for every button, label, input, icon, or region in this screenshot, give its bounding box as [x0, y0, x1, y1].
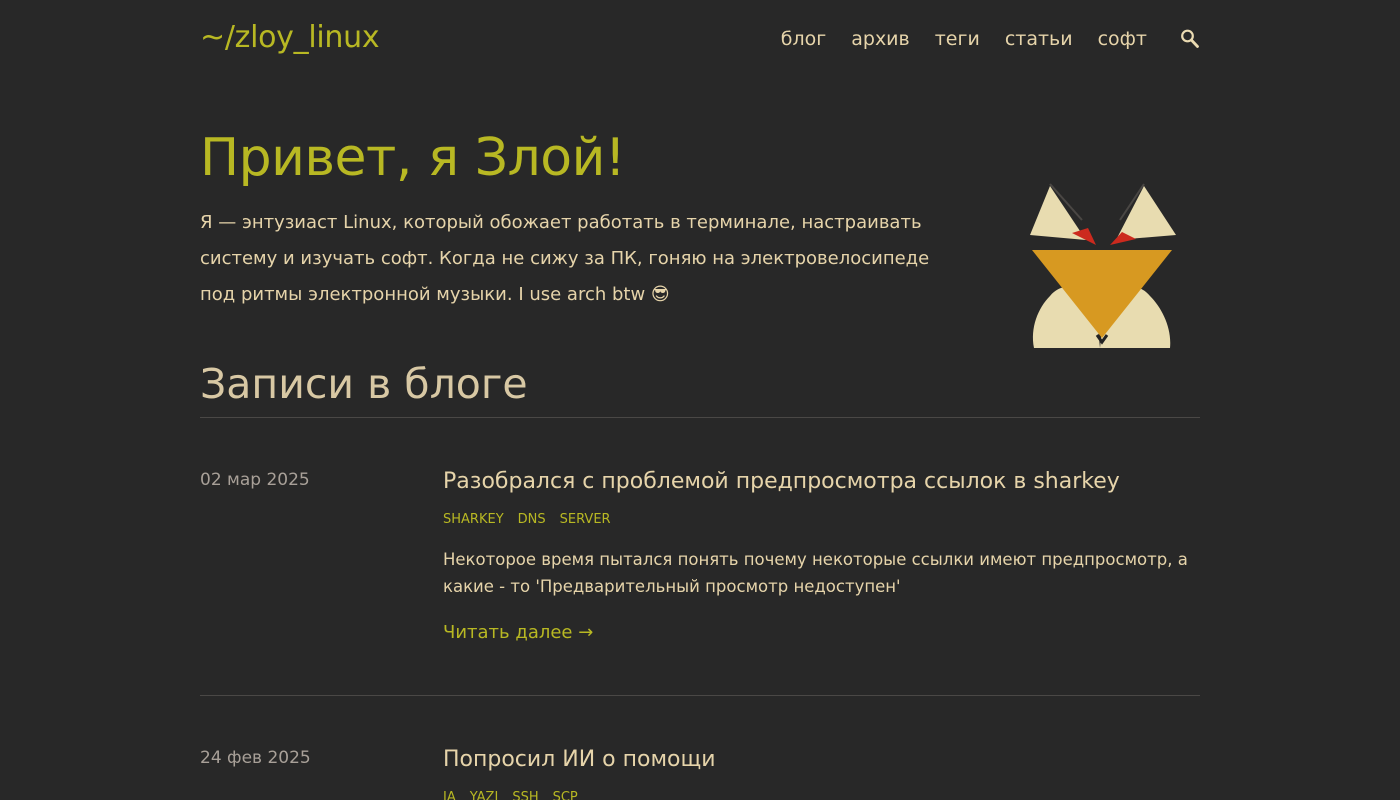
nav-item-blog[interactable]: блог — [781, 28, 826, 50]
post-content: Попросил ИИ о помощи ia yazi ssh scp — [443, 746, 1200, 800]
post-excerpt: Некоторое время пытался понять почему не… — [443, 550, 1188, 596]
post-tags: sharkey dns server — [443, 512, 1200, 528]
nav-item-tags[interactable]: теги — [935, 28, 980, 50]
tag-ssh[interactable]: ssh — [512, 790, 538, 800]
site-header: ~/zloy_linux блог архив теги статьи софт — [200, 0, 1200, 80]
fox-avatar-icon — [1030, 183, 1176, 348]
post-tags: ia yazi ssh scp — [443, 790, 1200, 800]
tag-server[interactable]: server — [560, 512, 611, 528]
section-divider — [200, 417, 1200, 418]
hero-title: Привет, я Злой! — [200, 128, 626, 188]
search-icon[interactable] — [1180, 28, 1200, 50]
main-nav: блог архив теги статьи софт — [781, 28, 1200, 50]
post-date: 02 мар 2025 — [200, 470, 310, 490]
site-logo[interactable]: ~/zloy_linux — [200, 20, 380, 55]
nav-item-archive[interactable]: архив — [851, 28, 910, 50]
tag-yazi[interactable]: yazi — [470, 790, 499, 800]
post-content: Разобрался с проблемой предпросмотра ссы… — [443, 468, 1200, 643]
page: ~/zloy_linux блог архив теги статьи софт… — [200, 0, 1200, 800]
tag-sharkey[interactable]: sharkey — [443, 512, 504, 528]
post-title[interactable]: Разобрался с проблемой предпросмотра ссы… — [443, 468, 1200, 496]
post-divider — [200, 695, 1200, 696]
tag-ia[interactable]: ia — [443, 790, 456, 800]
tag-dns[interactable]: dns — [518, 512, 546, 528]
hero-intro: Я — энтузиаст Linux, который обожает раб… — [200, 212, 930, 305]
nav-item-software[interactable]: софт — [1098, 28, 1147, 50]
blog-section-title: Записи в блоге — [200, 360, 528, 408]
post-title[interactable]: Попросил ИИ о помощи — [443, 746, 1200, 774]
post-date: 24 фев 2025 — [200, 748, 311, 768]
tag-scp[interactable]: scp — [553, 790, 578, 800]
read-more-link[interactable]: Читать далее → — [443, 622, 593, 643]
nav-item-articles[interactable]: статьи — [1005, 28, 1073, 50]
